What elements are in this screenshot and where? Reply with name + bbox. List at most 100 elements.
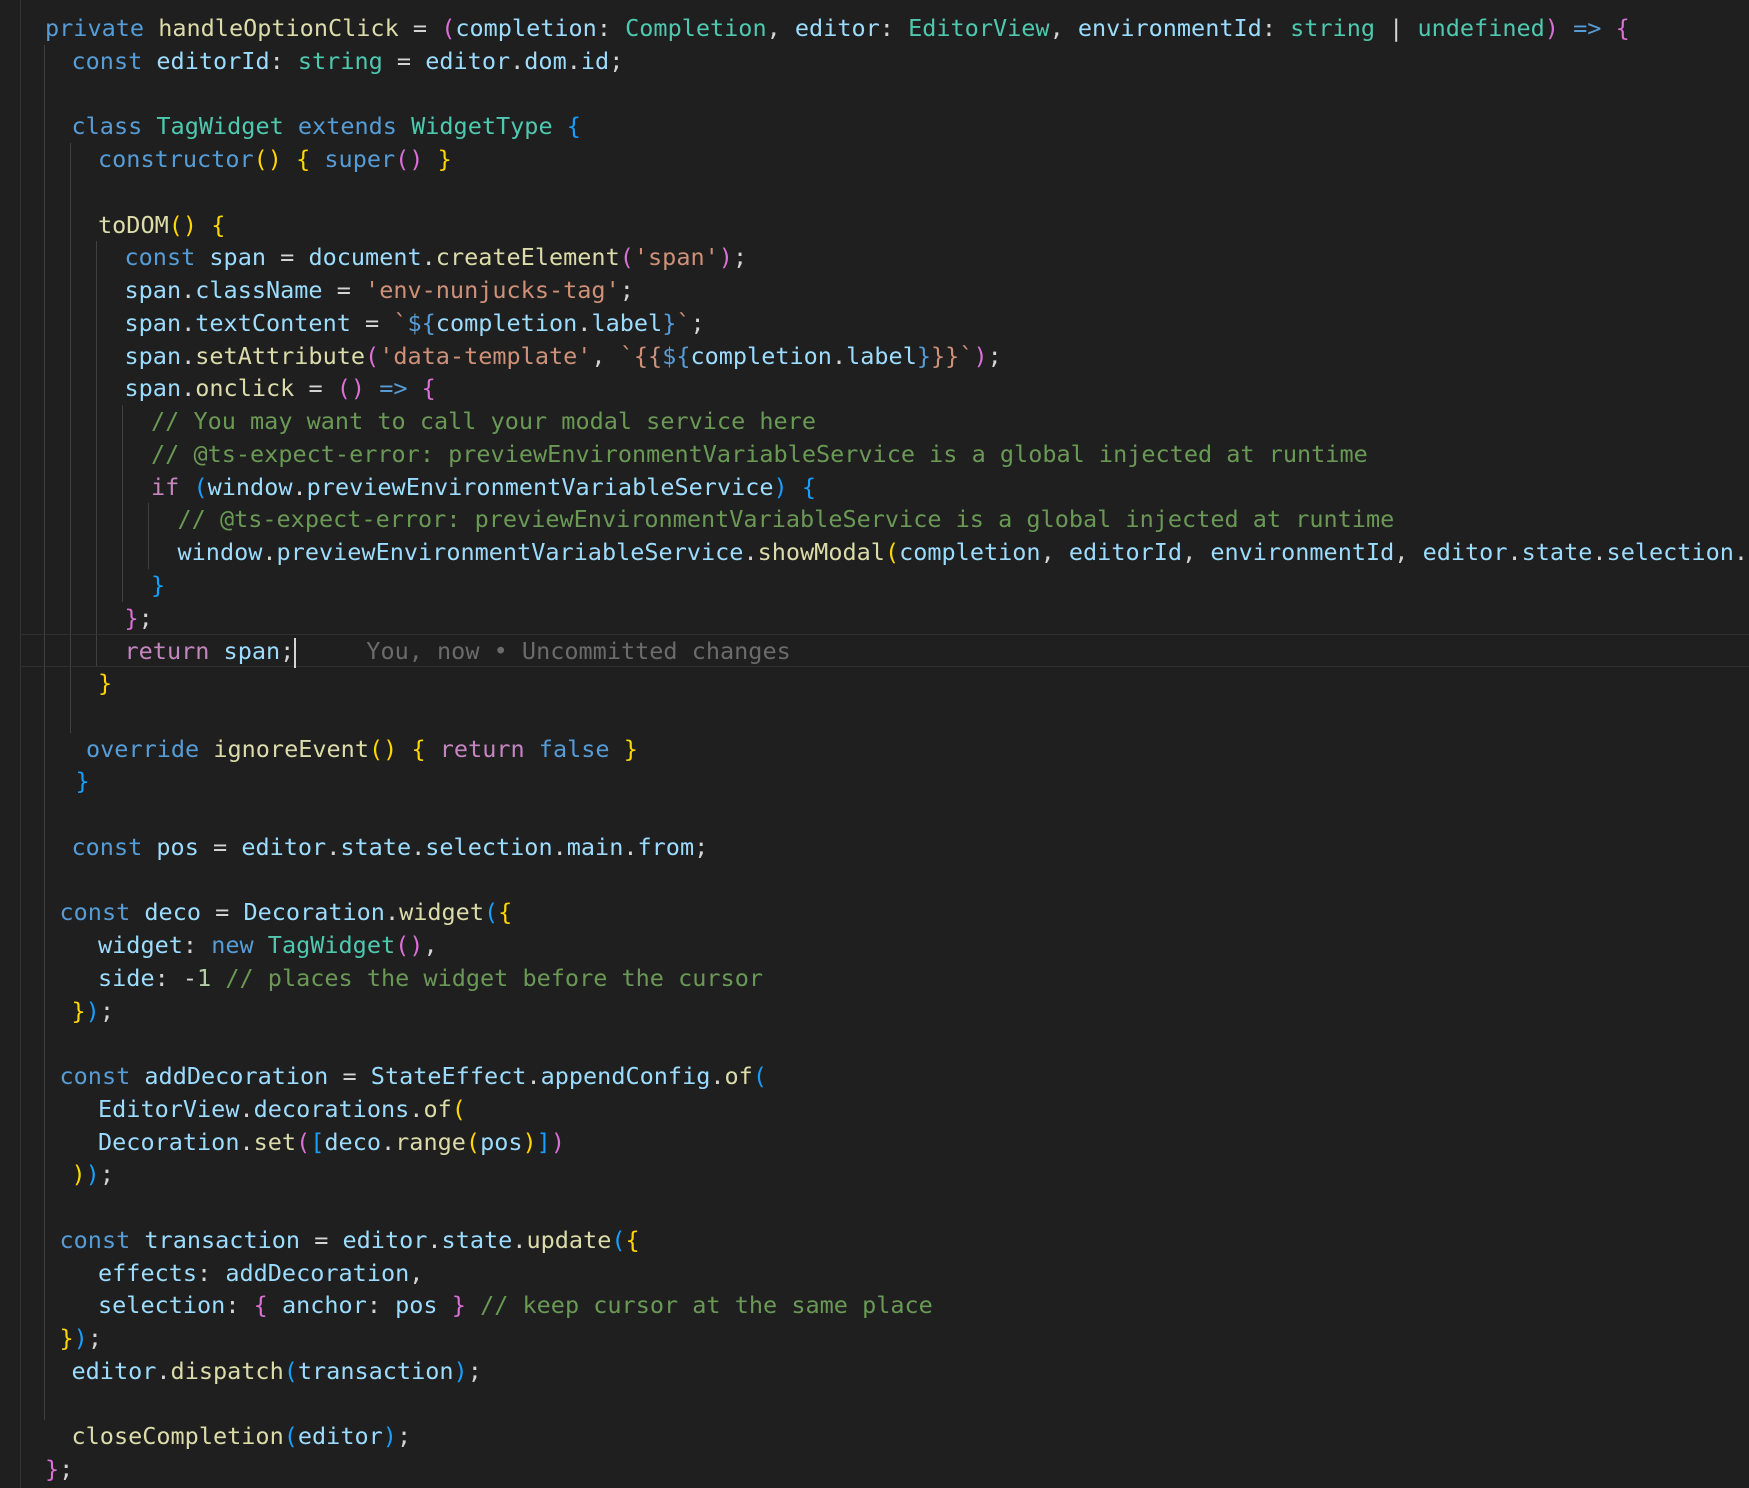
code-line[interactable]: span.textContent = `${completion.label}`… [125, 307, 705, 340]
indent-guide [96, 241, 97, 667]
code-token: className [195, 276, 323, 304]
code-token: 'env-nunjucks-tag' [365, 276, 620, 304]
code-token: () [368, 734, 398, 763]
code-line[interactable]: // You may want to call your modal servi… [151, 405, 816, 438]
code-token: closeCompletion [71, 1422, 284, 1451]
code-line[interactable]: effects: addDecoration, [98, 1257, 423, 1290]
code-line[interactable]: // @ts-expect-error: previewEnvironmentV… [151, 438, 1368, 471]
code-token: EditorView [908, 14, 1050, 42]
code-token: label [846, 341, 917, 370]
code-token: } [916, 341, 932, 370]
code-token: ; [396, 1422, 412, 1451]
code-token: ) [453, 1356, 468, 1385]
code-token: deco [144, 898, 201, 927]
code-token: = [294, 374, 337, 403]
code-line[interactable]: )); [72, 1158, 114, 1191]
code-line[interactable]: constructor() { super() } [98, 143, 452, 176]
code-token: ; [280, 637, 295, 666]
code-line[interactable]: // @ts-expect-error: previewEnvironmentV… [178, 503, 1395, 536]
code-line[interactable]: Decoration.set([deco.range(pos)]) [98, 1126, 565, 1159]
code-token: , [1040, 538, 1069, 566]
code-token: main [566, 832, 624, 861]
code-token: // @ts-expect-error: previewEnvironmentV… [151, 439, 1368, 468]
code-line-current[interactable]: return span; You, now • Uncommitted chang… [20, 634, 1749, 668]
code-line[interactable]: if (window.previewEnvironmentVariableSer… [151, 471, 816, 504]
code-token: ; [99, 1160, 114, 1189]
code-line[interactable]: }; [45, 1453, 73, 1486]
code-token: editor [297, 1422, 383, 1451]
code-token: : [1261, 14, 1291, 42]
code-token: . [577, 308, 592, 337]
code-line[interactable]: }); [72, 995, 114, 1028]
code-token: Decoration [98, 1127, 240, 1156]
code-token: editorId [1068, 538, 1183, 566]
code-line[interactable]: editor.dispatch(transaction); [72, 1355, 482, 1388]
code-token: environmentId [1210, 538, 1395, 566]
code-token: side [98, 963, 155, 992]
code-line[interactable]: } [151, 569, 165, 602]
code-token: pos [395, 1291, 438, 1320]
code-token: ( [283, 1422, 298, 1451]
code-line[interactable]: } [76, 765, 90, 798]
code-token: super [324, 145, 396, 173]
code-token: . [743, 538, 758, 566]
code-line[interactable]: side: -1 // places the widget before the… [98, 962, 763, 995]
code-token: . [1733, 538, 1749, 566]
code-token: selection [98, 1291, 226, 1320]
code-token: 'span' [633, 243, 719, 272]
code-token: . [1592, 538, 1607, 566]
code-line[interactable]: } [98, 667, 112, 700]
code-token: } [98, 669, 113, 697]
code-token: = [300, 1225, 343, 1254]
code-line[interactable]: toDOM() { [98, 209, 225, 242]
code-token: = [328, 1062, 371, 1090]
code-line[interactable]: override ignoreEvent() { return false } [86, 733, 638, 766]
code-token: const [59, 898, 131, 927]
code-line[interactable]: }; [125, 602, 153, 635]
code-line[interactable]: span.className = 'env-nunjucks-tag'; [125, 274, 634, 307]
code-token: ( [193, 472, 208, 501]
code-token: environmentId [1077, 14, 1262, 42]
code-token: ( [441, 14, 456, 42]
code-token: . [239, 1127, 254, 1156]
code-token: = [201, 898, 244, 927]
code-line[interactable]: }); [60, 1322, 102, 1355]
code-line[interactable]: const deco = Decoration.widget({ [60, 896, 513, 929]
code-token: editor [71, 1356, 157, 1385]
code-line[interactable]: selection: { anchor: pos } // keep curso… [98, 1289, 933, 1322]
code-line[interactable]: const pos = editor.state.selection.main.… [72, 831, 709, 864]
code-line[interactable]: const span = document.createElement('spa… [125, 241, 748, 274]
code-editor[interactable]: private handleOptionClick = (completion:… [0, 0, 1749, 1488]
code-token: // You may want to call your modal servi… [151, 407, 816, 435]
code-line[interactable]: widget: new TagWidget(), [98, 929, 438, 962]
code-token: . [411, 832, 426, 861]
code-token: . [262, 538, 277, 566]
code-token: ( [451, 1094, 466, 1123]
code-token: `{{ [619, 341, 663, 370]
code-line[interactable]: const addDecoration = StateEffect.append… [60, 1060, 767, 1093]
code-line[interactable]: span.onclick = () => { [125, 372, 436, 405]
code-token: previewEnvironmentVariableService [306, 472, 774, 501]
code-token: . [1507, 538, 1522, 566]
code-token: TagWidget [156, 112, 284, 141]
code-line[interactable]: class TagWidget extends WidgetType { [72, 110, 581, 143]
code-token: span [124, 308, 182, 337]
code-line[interactable]: closeCompletion(editor); [72, 1420, 412, 1453]
code-line[interactable]: span.setAttribute('data-template', `{{${… [125, 340, 1002, 373]
code-token: update [526, 1225, 612, 1254]
code-line[interactable]: window.previewEnvironmentVariableService… [178, 536, 1749, 569]
code-token: span [209, 243, 266, 272]
code-line[interactable]: private handleOptionClick = (completion:… [45, 12, 1630, 45]
code-token: { [566, 112, 581, 141]
code-line[interactable]: EditorView.decorations.of( [98, 1093, 466, 1126]
text-cursor [294, 637, 297, 668]
code-token: const [59, 1062, 131, 1090]
code-token: // places the widget before the cursor [225, 963, 763, 992]
code-line[interactable]: const editorId: string = editor.dom.id; [72, 45, 624, 78]
code-line[interactable]: const transaction = editor.state.update(… [60, 1224, 640, 1257]
code-token: editorId [156, 46, 270, 75]
